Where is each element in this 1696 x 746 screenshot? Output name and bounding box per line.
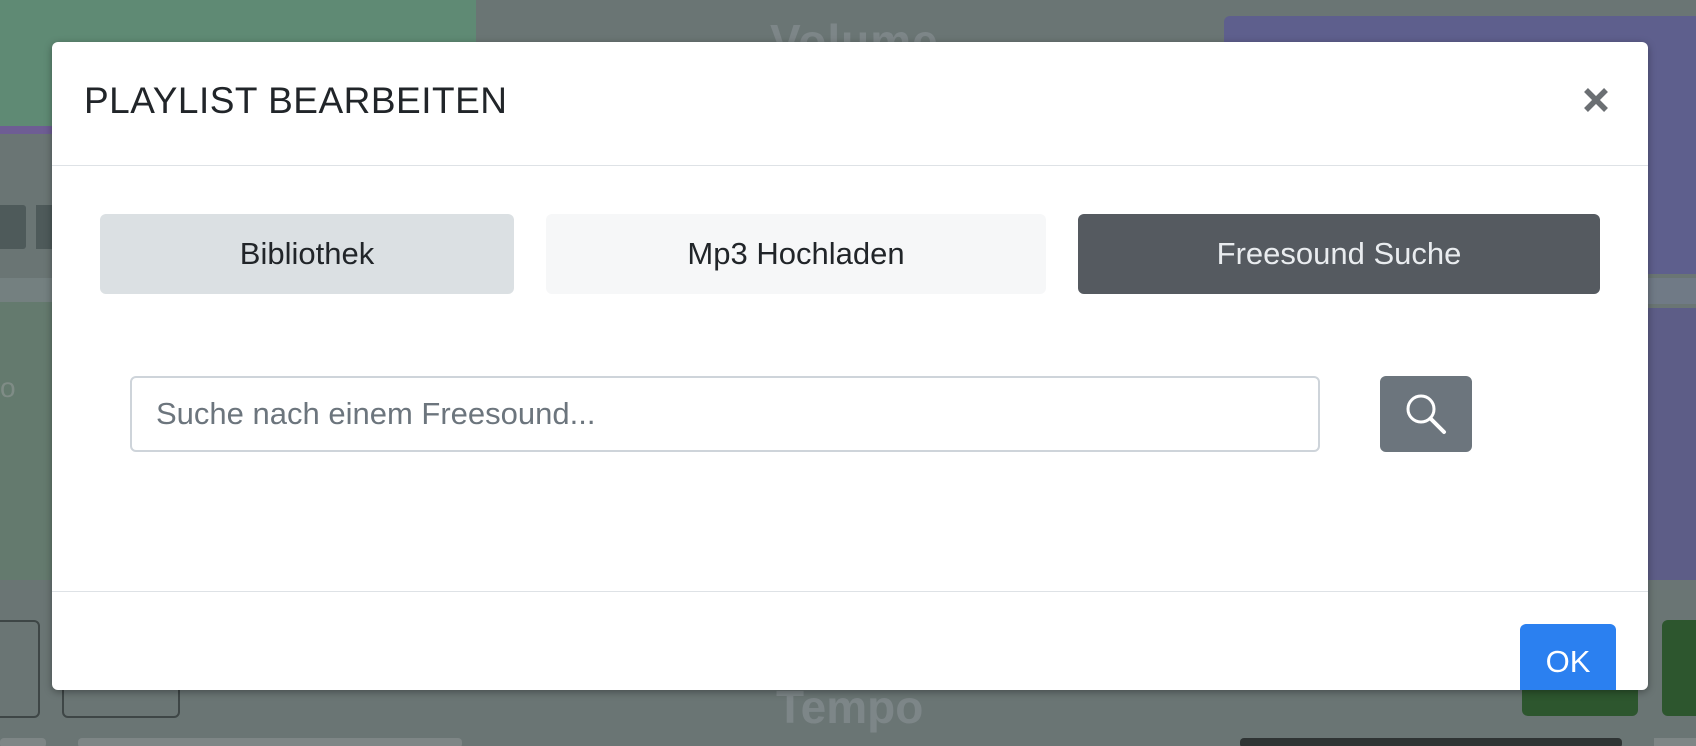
background-bottom-bar xyxy=(0,738,46,746)
modal-header: PLAYLIST BEARBEITEN xyxy=(52,42,1648,166)
background-left-strip xyxy=(0,278,60,302)
background-partial-text: o xyxy=(0,372,16,403)
background-bottom-bar-2 xyxy=(78,738,462,746)
close-icon xyxy=(1584,88,1608,112)
modal-body: Bibliothek Mp3 Hochladen Freesound Suche xyxy=(52,166,1648,591)
freesound-search-input[interactable] xyxy=(130,376,1320,452)
modal-footer: OK xyxy=(52,591,1648,690)
background-right-strip xyxy=(1646,278,1696,304)
ok-button[interactable]: OK xyxy=(1520,624,1616,690)
background-green-button-2 xyxy=(1662,620,1696,716)
close-button[interactable] xyxy=(1576,80,1616,120)
edit-playlist-modal: PLAYLIST BEARBEITEN Bibliothek Mp3 Hochl… xyxy=(52,42,1648,690)
background-left-chip xyxy=(0,205,26,249)
modal-title: PLAYLIST BEARBEITEN xyxy=(84,80,508,121)
search-button[interactable] xyxy=(1380,376,1472,452)
tab-library[interactable]: Bibliothek xyxy=(100,214,514,294)
background-outline-button xyxy=(0,620,40,718)
tab-mp3-upload[interactable]: Mp3 Hochladen xyxy=(546,214,1046,294)
background-left-block xyxy=(0,290,60,580)
background-bottom-bar-3 xyxy=(1240,738,1622,746)
background-bottom-bar-4 xyxy=(1654,738,1696,746)
page: Volume Tempo o PLAYLIST BEARBEITEN Bibli… xyxy=(0,0,1696,746)
search-icon xyxy=(1406,394,1446,434)
background-purple-bar xyxy=(0,126,60,134)
tab-freesound-search[interactable]: Freesound Suche xyxy=(1078,214,1600,294)
